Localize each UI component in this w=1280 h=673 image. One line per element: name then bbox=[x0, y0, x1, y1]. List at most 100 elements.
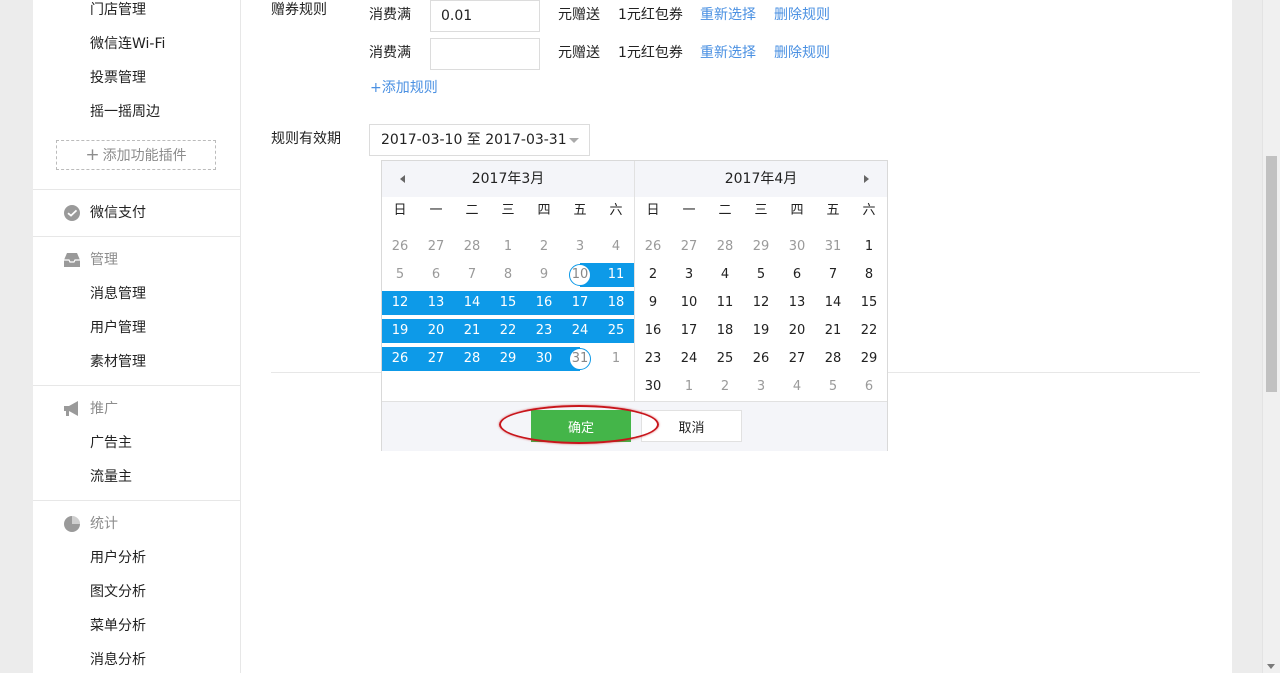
calendar-day[interactable]: 31 bbox=[815, 235, 851, 259]
calendar-day[interactable]: 10 bbox=[562, 263, 598, 287]
sidebar-item-article-analysis[interactable]: 图文分析 bbox=[90, 582, 146, 602]
calendar-day[interactable]: 11 bbox=[598, 263, 634, 287]
calendar-day[interactable]: 18 bbox=[707, 319, 743, 343]
calendar-day[interactable]: 12 bbox=[743, 291, 779, 315]
calendar-day[interactable]: 30 bbox=[635, 375, 671, 399]
calendar-day[interactable]: 24 bbox=[562, 319, 598, 343]
calendar-day[interactable]: 5 bbox=[382, 263, 418, 287]
calendar-day[interactable]: 22 bbox=[851, 319, 887, 343]
calendar-day[interactable]: 9 bbox=[635, 291, 671, 315]
calendar-day[interactable]: 21 bbox=[815, 319, 851, 343]
calendar-day[interactable]: 28 bbox=[454, 235, 490, 259]
calendar-day[interactable]: 23 bbox=[526, 319, 562, 343]
sidebar-item-users[interactable]: 用户管理 bbox=[90, 318, 146, 338]
calendar-day[interactable]: 29 bbox=[490, 347, 526, 371]
calendar-day[interactable]: 4 bbox=[707, 263, 743, 287]
calendar-day[interactable]: 27 bbox=[418, 347, 454, 371]
calendar-day[interactable]: 31 bbox=[562, 347, 598, 371]
scrollbar[interactable] bbox=[1262, 0, 1280, 673]
rule-amount-input[interactable] bbox=[430, 38, 540, 70]
calendar-day[interactable]: 17 bbox=[671, 319, 707, 343]
calendar-day[interactable]: 28 bbox=[815, 347, 851, 371]
calendar-day[interactable]: 13 bbox=[779, 291, 815, 315]
calendar-day[interactable]: 14 bbox=[815, 291, 851, 315]
sidebar-item-vote[interactable]: 投票管理 bbox=[90, 68, 146, 88]
sidebar-item-shake[interactable]: 摇一摇周边 bbox=[90, 102, 160, 122]
calendar-day[interactable]: 27 bbox=[671, 235, 707, 259]
calendar-day[interactable]: 8 bbox=[490, 263, 526, 287]
sidebar-item-materials[interactable]: 素材管理 bbox=[90, 352, 146, 372]
cancel-button[interactable]: 取消 bbox=[641, 410, 742, 442]
add-rule-link[interactable]: +添加规则 bbox=[370, 78, 438, 98]
reselect-link[interactable]: 重新选择 bbox=[700, 43, 756, 63]
calendar-day[interactable]: 26 bbox=[382, 347, 418, 371]
calendar-day[interactable]: 27 bbox=[418, 235, 454, 259]
calendar-day[interactable]: 4 bbox=[779, 375, 815, 399]
calendar-day[interactable]: 3 bbox=[743, 375, 779, 399]
calendar-day[interactable]: 27 bbox=[779, 347, 815, 371]
calendar-day[interactable]: 1 bbox=[598, 347, 634, 371]
calendar-day[interactable]: 28 bbox=[454, 347, 490, 371]
calendar-day[interactable]: 12 bbox=[382, 291, 418, 315]
sidebar-item-store[interactable]: 门店管理 bbox=[90, 0, 146, 20]
calendar-day[interactable]: 21 bbox=[454, 319, 490, 343]
calendar-day[interactable]: 26 bbox=[743, 347, 779, 371]
calendar-day[interactable]: 2 bbox=[635, 263, 671, 287]
calendar-day[interactable]: 25 bbox=[707, 347, 743, 371]
sidebar-item-menu-analysis[interactable]: 菜单分析 bbox=[90, 616, 146, 636]
calendar-day[interactable]: 3 bbox=[671, 263, 707, 287]
calendar-day[interactable]: 2 bbox=[707, 375, 743, 399]
add-plugin-button[interactable]: + 添加功能插件 bbox=[56, 140, 216, 170]
calendar-day[interactable]: 10 bbox=[671, 291, 707, 315]
calendar-day[interactable]: 16 bbox=[635, 319, 671, 343]
calendar-day[interactable]: 7 bbox=[454, 263, 490, 287]
calendar-day[interactable]: 5 bbox=[815, 375, 851, 399]
sidebar-item-messages[interactable]: 消息管理 bbox=[90, 284, 146, 304]
calendar-day[interactable]: 18 bbox=[598, 291, 634, 315]
sidebar-item-wifi[interactable]: 微信连Wi-Fi bbox=[90, 34, 165, 54]
calendar-day[interactable]: 29 bbox=[743, 235, 779, 259]
calendar-day[interactable]: 7 bbox=[815, 263, 851, 287]
calendar-day[interactable]: 26 bbox=[635, 235, 671, 259]
calendar-day[interactable]: 1 bbox=[671, 375, 707, 399]
sidebar-item-advertiser[interactable]: 广告主 bbox=[90, 433, 132, 453]
calendar-day[interactable]: 23 bbox=[635, 347, 671, 371]
prev-month-icon[interactable] bbox=[400, 175, 405, 183]
calendar-day[interactable]: 19 bbox=[382, 319, 418, 343]
calendar-day[interactable]: 15 bbox=[851, 291, 887, 315]
calendar-day[interactable]: 20 bbox=[418, 319, 454, 343]
confirm-button[interactable]: 确定 bbox=[531, 410, 631, 442]
calendar-day[interactable]: 16 bbox=[526, 291, 562, 315]
calendar-day[interactable]: 15 bbox=[490, 291, 526, 315]
sidebar-item-publisher[interactable]: 流量主 bbox=[90, 467, 132, 487]
calendar-day[interactable]: 14 bbox=[454, 291, 490, 315]
scroll-down-icon[interactable] bbox=[1267, 664, 1275, 669]
calendar-day[interactable]: 13 bbox=[418, 291, 454, 315]
calendar-day[interactable]: 6 bbox=[779, 263, 815, 287]
calendar-day[interactable]: 6 bbox=[851, 375, 887, 399]
calendar-day[interactable]: 20 bbox=[779, 319, 815, 343]
date-range-picker[interactable]: 2017-03-10 至 2017-03-31 bbox=[369, 124, 590, 156]
calendar-day[interactable]: 3 bbox=[562, 235, 598, 259]
calendar-day[interactable]: 25 bbox=[598, 319, 634, 343]
delete-rule-link[interactable]: 删除规则 bbox=[774, 43, 830, 63]
delete-rule-link[interactable]: 删除规则 bbox=[774, 5, 830, 25]
calendar-day[interactable]: 30 bbox=[779, 235, 815, 259]
calendar-day[interactable]: 6 bbox=[418, 263, 454, 287]
scrollbar-thumb[interactable] bbox=[1266, 156, 1277, 392]
calendar-day[interactable]: 9 bbox=[526, 263, 562, 287]
calendar-day[interactable]: 5 bbox=[743, 263, 779, 287]
calendar-day[interactable]: 19 bbox=[743, 319, 779, 343]
calendar-day[interactable]: 24 bbox=[671, 347, 707, 371]
calendar-day[interactable]: 1 bbox=[490, 235, 526, 259]
next-month-icon[interactable] bbox=[864, 175, 869, 183]
sidebar-item-user-analysis[interactable]: 用户分析 bbox=[90, 548, 146, 568]
calendar-day[interactable]: 2 bbox=[526, 235, 562, 259]
calendar-day[interactable]: 11 bbox=[707, 291, 743, 315]
reselect-link[interactable]: 重新选择 bbox=[700, 5, 756, 25]
calendar-day[interactable]: 30 bbox=[526, 347, 562, 371]
calendar-day[interactable]: 8 bbox=[851, 263, 887, 287]
rule-amount-input[interactable] bbox=[430, 0, 540, 32]
calendar-day[interactable]: 17 bbox=[562, 291, 598, 315]
sidebar-item-message-analysis[interactable]: 消息分析 bbox=[90, 650, 146, 670]
